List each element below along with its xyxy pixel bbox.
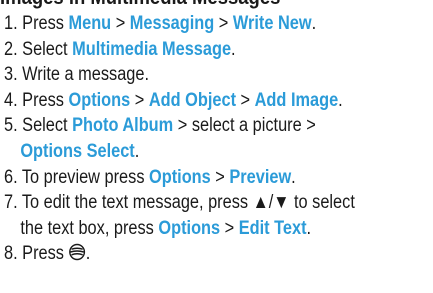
step-item: 2. Select Multimedia Message. (4, 37, 382, 63)
step-text: > (220, 217, 239, 239)
menu-path-label: Multimedia Message (72, 38, 232, 60)
step-text: > select a picture > (173, 115, 316, 137)
step-item: 7. To edit the text message, press ▲/▼ t… (4, 190, 382, 216)
menu-path-label: Add Image (254, 89, 339, 111)
step-text: To edit the text message, press ▲/▼ to s… (21, 192, 355, 214)
menu-path-label: Preview (229, 166, 292, 188)
step-text: Write a message. (22, 64, 150, 86)
step-text: Select (22, 38, 73, 60)
step-continuation: Options Select. (4, 139, 382, 165)
menu-path-label: Add Object (148, 89, 237, 111)
send-key-icon (69, 243, 86, 261)
menu-path-label: Write New (232, 13, 312, 34)
menu-path-label: Options (149, 166, 211, 188)
step-text: the text box, press (20, 217, 159, 239)
menu-path-label: Messaging (129, 13, 215, 34)
step-item: 3. Write a message. (4, 62, 382, 88)
menu-path-label: Options Select (20, 140, 135, 162)
step-text: . (338, 89, 343, 111)
menu-path-label: Options (158, 217, 221, 239)
step-text: > (130, 89, 149, 111)
step-item: 8. Press . (4, 241, 382, 267)
step-number: 8. (4, 243, 18, 265)
step-text: To preview press (21, 166, 150, 188)
step-number: 2. (4, 38, 18, 60)
menu-path-label: Menu (68, 13, 112, 34)
step-number: 7. (4, 192, 18, 214)
step-continuation: the text box, press Options > Edit Text. (4, 216, 382, 242)
step-text: Press (22, 243, 69, 265)
step-item: 5. Select Photo Album > select a picture… (4, 113, 382, 139)
step-text: > (210, 166, 230, 188)
menu-path-label: Options (68, 89, 131, 111)
step-text: Select (22, 115, 73, 137)
step-text: . (231, 38, 236, 60)
step-text: > (214, 13, 233, 34)
step-text: . (306, 217, 312, 239)
step-text: . (311, 13, 317, 34)
step-text: . (134, 140, 140, 162)
step-text: . (85, 243, 91, 265)
step-number: 1. (4, 13, 18, 34)
step-number: 4. (4, 89, 18, 111)
step-text: . (291, 166, 296, 188)
step-text: > (111, 13, 130, 34)
step-number: 3. (4, 64, 18, 86)
step-item: 6. To preview press Options > Preview. (4, 165, 382, 191)
steps-list: 1. Press Menu > Messaging > Write New. 2.… (4, 11, 433, 267)
step-text: Press (22, 13, 69, 34)
section-heading: Images in Multimedia Messages (0, 0, 280, 11)
step-item: 1. Press Menu > Messaging > Write New. (4, 11, 382, 37)
menu-path-label: Edit Text (238, 217, 307, 239)
step-number: 5. (4, 115, 18, 137)
step-text: > (236, 89, 255, 111)
step-text: Press (22, 89, 69, 111)
step-item: 4. Press Options > Add Object > Add Imag… (4, 88, 382, 114)
step-number: 6. (4, 166, 18, 188)
instruction-page: Images in Multimedia Messages 1. Press M… (0, 0, 433, 293)
menu-path-label: Photo Album (72, 115, 174, 137)
